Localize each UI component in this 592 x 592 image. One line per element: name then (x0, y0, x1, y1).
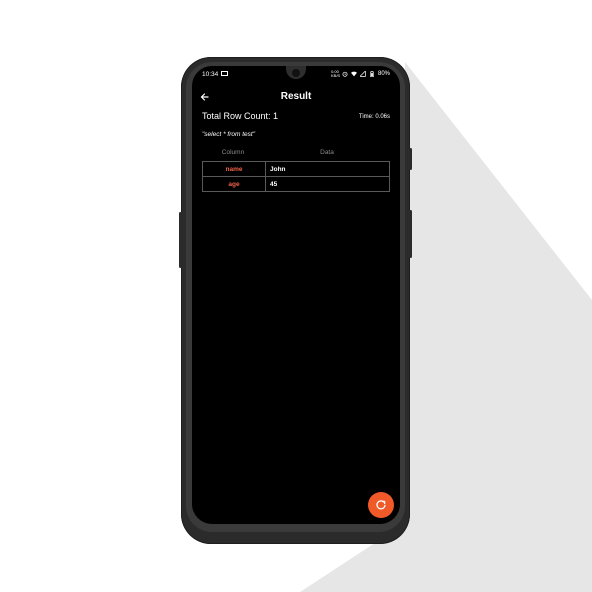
column-header: Column (221, 149, 245, 156)
row-count-label: Total Row Count: 1 (202, 111, 279, 121)
signal-icon (359, 71, 366, 77)
status-bar: 10:34 0.00 KB/S 80% (192, 66, 400, 82)
query-time-label: Time: 0.06s (358, 114, 390, 120)
screen-cast-icon (221, 71, 228, 76)
query-text: "select * from test" (202, 131, 256, 138)
refresh-icon (376, 500, 386, 510)
result-table: name John age 45 (202, 161, 390, 192)
row-value: 45 (265, 176, 390, 192)
app-header: Result (192, 88, 400, 106)
alarm-icon (342, 71, 348, 77)
table-row: age 45 (202, 176, 390, 192)
network-speed-unit: KB/S (330, 73, 341, 78)
volume-button (179, 212, 182, 268)
table-row: name John (202, 161, 390, 177)
stage: 10:34 0.00 KB/S 80% Result Total Row Cou… (0, 0, 592, 592)
status-time: 10:34 (202, 71, 219, 78)
page-title: Result (280, 91, 312, 102)
power-button-top (409, 148, 412, 170)
row-value: John (265, 161, 390, 177)
network-speed: 0.00 KB/S (330, 70, 341, 78)
row-key: age (202, 176, 266, 192)
status-icons: 0.00 KB/S 80% (331, 70, 390, 78)
refresh-button[interactable] (368, 492, 394, 518)
battery-percent: 80% (377, 71, 390, 77)
row-key: name (202, 161, 266, 177)
data-header: Data (320, 149, 334, 156)
battery-icon (370, 71, 374, 77)
phone-screen: 10:34 0.00 KB/S 80% Result Total Row Cou… (192, 66, 400, 524)
wifi-icon (350, 71, 357, 77)
power-button-bottom (409, 210, 412, 258)
table-header: Column Data (202, 149, 390, 159)
